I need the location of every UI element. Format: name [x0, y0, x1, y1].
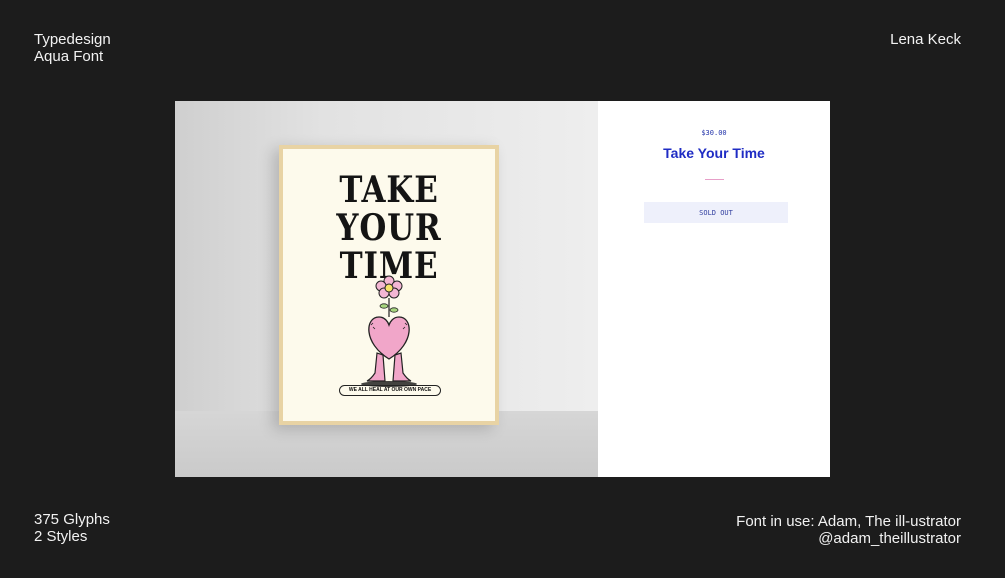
style-count: 2 Styles	[34, 528, 88, 545]
author-name: Lena Keck	[890, 31, 961, 48]
font-stats: 375 Glyphs 2 Styles	[34, 511, 110, 545]
project-category: Typedesign	[34, 31, 111, 48]
heart-character-icon	[361, 275, 417, 387]
poster-tagline: WE ALL HEAL AT OUR OWN PACE	[339, 385, 441, 396]
credit-handle: @adam_theillustrator	[818, 530, 961, 547]
poster-scene: TAKE YOUR TIME WE ALL HEAL AT OUR OWN PA…	[175, 101, 598, 477]
poster-title-line: YOUR	[336, 207, 442, 249]
project-name: Aqua Font	[34, 48, 104, 65]
project-label: Typedesign Aqua Font	[34, 31, 111, 65]
title-divider	[705, 179, 724, 180]
font-credit: Font in use: Adam, The ill-ustrator @ada…	[736, 513, 961, 547]
sold-out-button[interactable]: SOLD OUT	[644, 202, 788, 223]
product-mockup: TAKE YOUR TIME WE ALL HEAL AT OUR OWN PA…	[175, 101, 830, 477]
poster-frame: TAKE YOUR TIME WE ALL HEAL AT OUR OWN PA…	[279, 145, 499, 425]
product-price: $30.00	[701, 129, 727, 137]
credit-text: Font in use: Adam, The ill-ustrator	[736, 513, 961, 530]
poster-title-line: TAKE	[339, 169, 439, 211]
poster: TAKE YOUR TIME WE ALL HEAL AT OUR OWN PA…	[283, 149, 495, 421]
glyph-count: 375 Glyphs	[34, 511, 110, 528]
flower-icon	[375, 275, 403, 317]
product-title: Take Your Time	[663, 145, 765, 161]
product-details: $30.00 Take Your Time SOLD OUT	[598, 101, 830, 477]
author-label: Lena Keck	[890, 31, 961, 48]
